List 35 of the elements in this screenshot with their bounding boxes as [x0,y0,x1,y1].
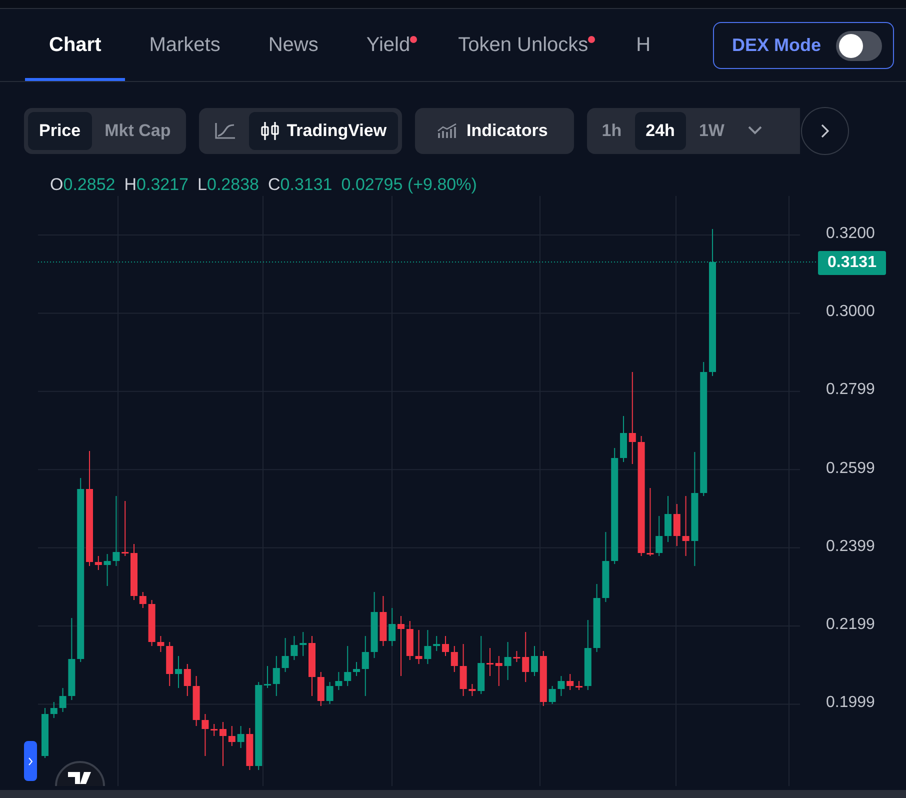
ohlc-value: C0.3131 [268,175,332,196]
price-axis-label: 0.2799 [826,381,875,400]
chevron-right-icon [28,756,33,766]
price-axis-label: 0.3200 [826,225,875,243]
price-axis-label: 0.1999 [826,694,875,712]
price-change: 0.02795 (+9.80%) [341,175,477,196]
segment-button[interactable]: Mkt Cap [94,112,182,150]
nav-tab[interactable]: News [244,9,342,81]
indicators-button[interactable]: Indicators [414,108,574,154]
nav-tab[interactable]: Chart [25,9,126,81]
bar-chart-icon [436,122,459,138]
last-price-tag: 0.3131 [818,251,886,275]
toggle-switch[interactable] [836,30,882,60]
line-chart-icon [214,122,236,140]
nav-tab[interactable]: Token Unlocks [434,9,612,81]
candlestick-icon [260,120,280,140]
ohlc-value: H0.3217 [124,175,189,196]
nav-tab[interactable]: Markets [125,9,244,81]
nav-tab[interactable]: H [612,9,675,81]
ohlc-value: L0.2838 [198,175,259,196]
timeframe-button[interactable]: 24h [634,112,686,150]
price-axis-label: 0.2399 [826,538,875,556]
timeframe-button[interactable]: 1W [688,112,736,150]
dex-mode-toggle[interactable]: DEX Mode [713,22,894,69]
price-axis-label: 0.2599 [826,460,875,478]
chart-style-button[interactable]: TradingView [248,112,398,150]
price-axis-label: 0.3000 [826,303,875,322]
chevron-right-icon [820,124,829,138]
price-axis-label: 0.2199 [826,616,875,634]
expand-handle[interactable] [24,741,37,781]
ohlc-value: O0.2852 [50,175,116,196]
nav-tab[interactable]: Yield [342,9,434,81]
timeframe-button[interactable]: 1h [590,112,633,150]
chevron-down-icon [748,126,762,135]
segment-button[interactable]: Price [28,112,92,150]
